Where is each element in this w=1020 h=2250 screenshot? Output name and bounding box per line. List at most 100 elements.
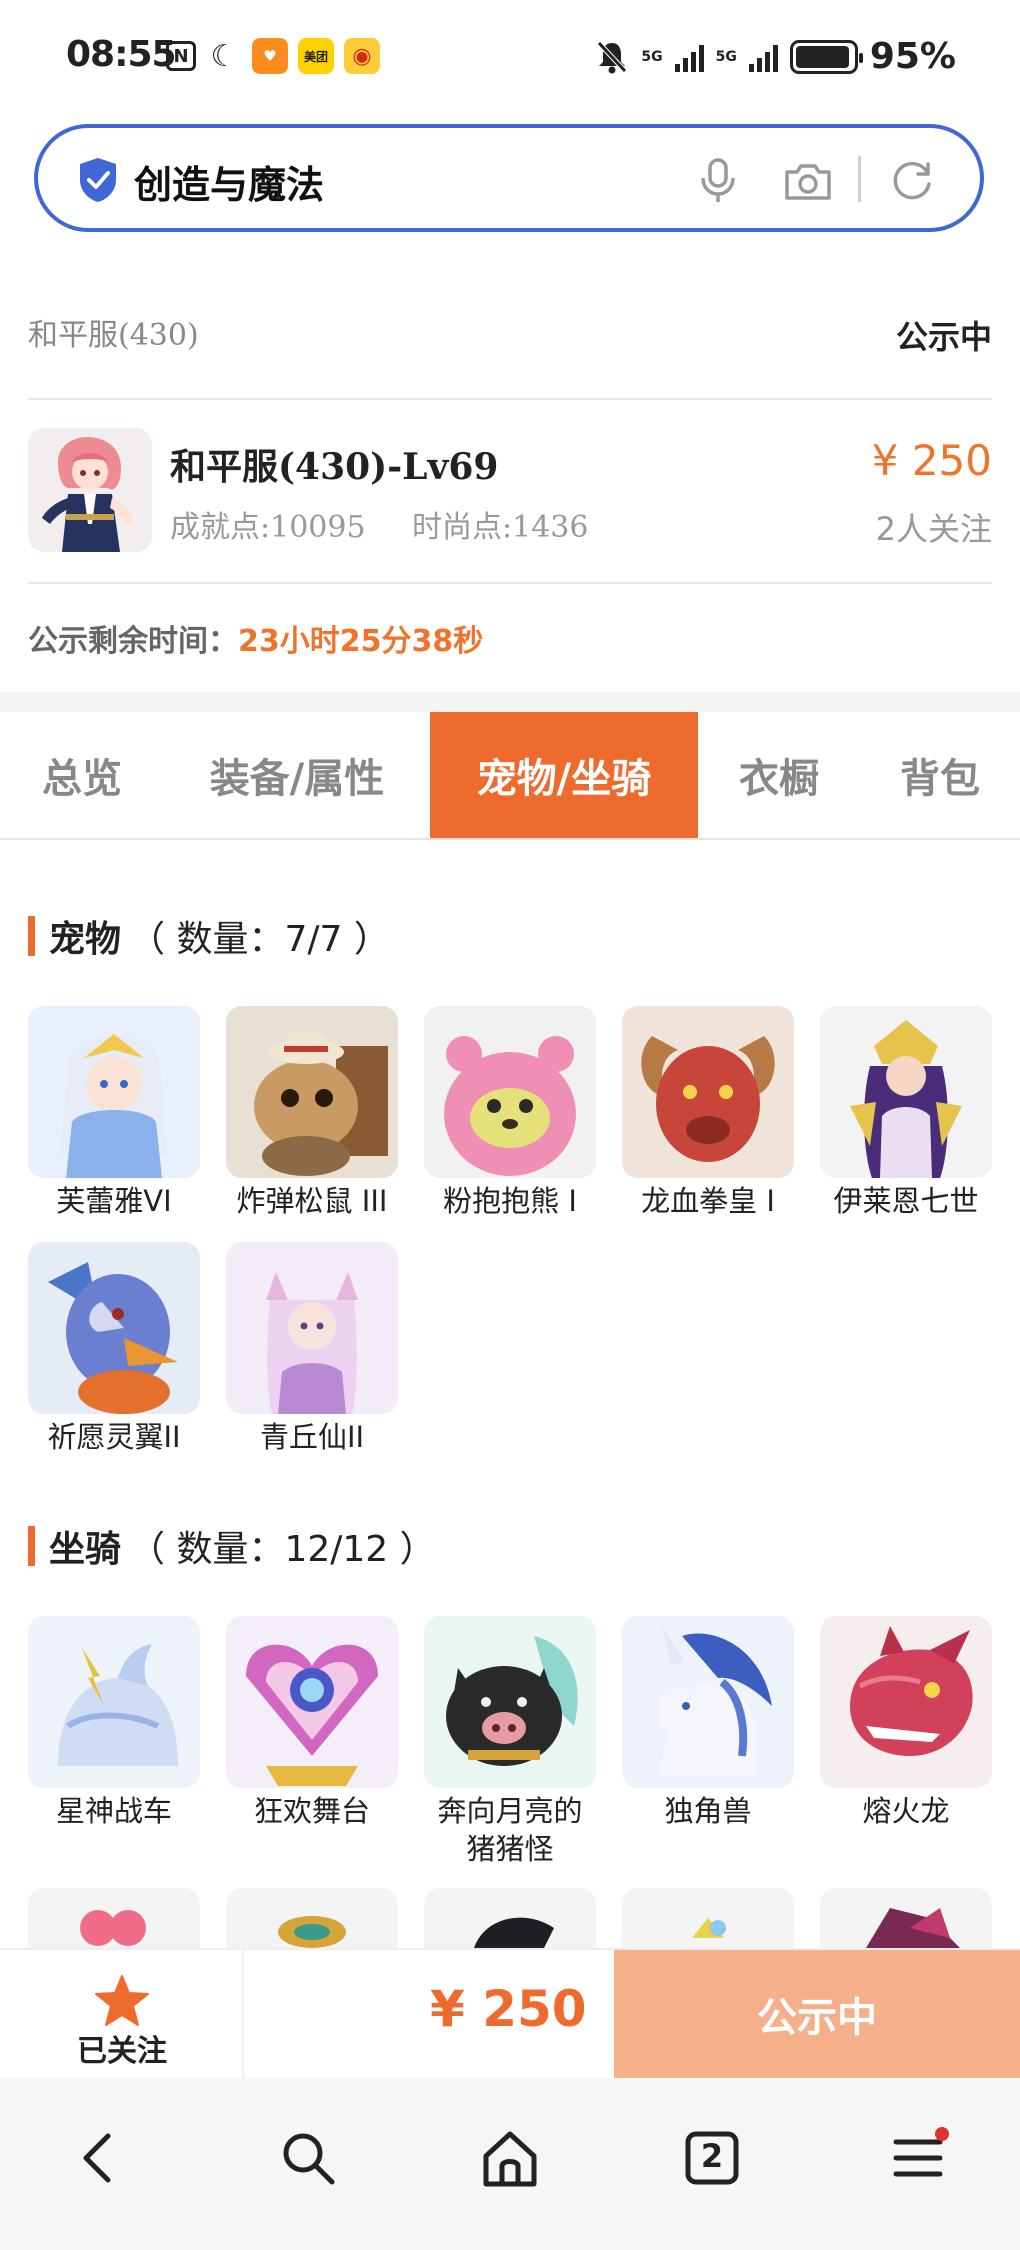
pets-section-title: 宠物 （ 数量：7/7 ）: [28, 910, 390, 962]
tab-count: 2: [700, 2137, 724, 2175]
countdown-value: 23小时25分38秒: [238, 624, 484, 659]
tab-overview[interactable]: 总览: [0, 712, 164, 838]
bottom-price: ¥ 250: [430, 1980, 587, 2038]
mount-item[interactable]: 熔火龙: [820, 1616, 992, 1830]
pet-name: 祈愿灵翼II: [47, 1420, 181, 1454]
follow-button[interactable]: 已关注: [0, 1950, 244, 2078]
countdown-label: 公示剩余时间：: [28, 624, 238, 659]
pet-name: 龙血拳皇 I: [641, 1184, 775, 1218]
listing-price: ¥ 250: [871, 436, 992, 485]
mount-name: 熔火龙: [862, 1794, 950, 1828]
mount-thumbnail: [820, 1616, 992, 1788]
mount-item[interactable]: 独角兽: [622, 1616, 794, 1830]
mute-icon: [597, 40, 628, 73]
bottom-action-bar: 已关注 ¥ 250 公示中: [0, 1948, 1020, 2078]
mount-name: 奔向月亮的猪猪怪: [437, 1794, 583, 1866]
public-status-button[interactable]: 公示中: [614, 1950, 1020, 2078]
pet-thumbnail: [226, 1242, 398, 1414]
shield-icon: [80, 158, 116, 202]
battery-icon: [789, 39, 863, 74]
pet-name: 青丘仙II: [259, 1420, 365, 1454]
pet-thumbnail: [622, 1006, 794, 1178]
pet-item[interactable]: 青丘仙II: [226, 1242, 398, 1456]
signal-label-1: 5G: [641, 48, 663, 65]
mounts-section-title: 坐骑 （ 数量：12/12 ）: [28, 1520, 436, 1572]
menu-icon[interactable]: [886, 2126, 950, 2190]
mount-name: 狂欢舞台: [253, 1794, 370, 1828]
pet-thumbnail: [226, 1006, 398, 1178]
section-accent: [28, 1526, 35, 1566]
pet-item[interactable]: 炸弹松鼠 III: [226, 1006, 398, 1220]
section-gap: [0, 692, 1020, 712]
browser-nav-bar: 2: [0, 2078, 1020, 2250]
mount-item[interactable]: 星神战车: [28, 1616, 200, 1830]
search-bar[interactable]: 创造与魔法: [34, 124, 984, 232]
character-portrait: [28, 428, 152, 552]
pet-name: 芙蕾雅VI: [56, 1184, 172, 1218]
signal-icon: [748, 42, 778, 72]
pets-title: 宠物: [49, 919, 122, 960]
mount-name: 星神战车: [55, 1794, 172, 1828]
tab-equipment[interactable]: 装备/属性: [164, 712, 430, 838]
pet-name: 炸弹松鼠 III: [236, 1184, 388, 1218]
pet-item[interactable]: 粉抱抱熊 I: [424, 1006, 596, 1220]
tab-wardrobe[interactable]: 衣橱: [698, 712, 860, 838]
pet-name: 伊莱恩七世: [833, 1184, 979, 1218]
follow-label: 已关注: [77, 2034, 167, 2069]
mount-item[interactable]: 狂欢舞台: [226, 1616, 398, 1830]
mount-thumbnail: [28, 1616, 200, 1788]
star-icon: [95, 1975, 149, 2026]
status-left-icons: N ☾ ♥ 美团 ◉: [166, 38, 380, 74]
camera-icon[interactable]: [780, 154, 836, 210]
weibo-icon: ◉: [344, 38, 380, 74]
divider: [28, 582, 992, 584]
mount-thumbnail: [424, 1616, 596, 1788]
divider: [28, 398, 992, 400]
pet-thumbnail: [28, 1006, 200, 1178]
status-bar: 08:55 N ☾ ♥ 美团 ◉ 5G 5G 95%: [0, 0, 1020, 112]
fashion-points: 时尚点:1436: [412, 510, 589, 545]
refresh-icon[interactable]: [884, 152, 940, 208]
pet-thumbnail: [424, 1006, 596, 1178]
pet-item[interactable]: 芙蕾雅VI: [28, 1006, 200, 1220]
pet-item[interactable]: 龙血拳皇 I: [622, 1006, 794, 1220]
follower-count: 2人关注: [875, 510, 992, 548]
meituan-icon: 美团: [298, 38, 334, 74]
mount-name: 独角兽: [664, 1794, 752, 1828]
pets-count: （ 数量：7/7 ）: [129, 919, 390, 960]
tabs-icon[interactable]: 2: [680, 2126, 744, 2190]
mount-thumbnail: [622, 1616, 794, 1788]
character-avatar: [28, 428, 152, 552]
mount-thumbnail: [226, 1616, 398, 1788]
listing-status: 公示中: [895, 318, 992, 356]
mounts-title: 坐骑: [49, 1529, 122, 1570]
moon-icon: ☾: [210, 38, 238, 74]
pet-thumbnail: [28, 1242, 200, 1414]
status-right: 5G 5G 95%: [595, 36, 956, 77]
pet-thumbnail: [820, 1006, 992, 1178]
signal-label-2: 5G: [715, 48, 737, 65]
character-name: 和平服(430)-Lv69: [170, 446, 499, 488]
taobao-icon: ♥: [252, 38, 288, 74]
pet-name: 粉抱抱熊 I: [443, 1184, 577, 1218]
tab-pets-mounts[interactable]: 宠物/坐骑: [430, 712, 698, 838]
search-icon[interactable]: [276, 2126, 340, 2190]
search-query[interactable]: 创造与魔法: [134, 154, 324, 209]
mount-item[interactable]: 奔向月亮的猪猪怪: [424, 1616, 596, 1868]
achievement-points: 成就点:10095: [170, 510, 366, 545]
countdown: 公示剩余时间：23小时25分38秒: [28, 616, 483, 660]
tab-bar: 总览 装备/属性 宠物/坐骑 衣橱 背包: [0, 712, 1020, 840]
signal-icon: [674, 42, 704, 72]
tab-backpack[interactable]: 背包: [860, 712, 1020, 838]
mic-icon[interactable]: [690, 152, 746, 208]
pet-item[interactable]: 祈愿灵翼II: [28, 1242, 200, 1456]
status-time: 08:55: [66, 34, 177, 75]
section-accent: [28, 916, 35, 956]
home-icon[interactable]: [478, 2126, 542, 2190]
battery-fill: [795, 45, 850, 68]
battery-percent: 95%: [869, 36, 956, 77]
search-separator: [858, 156, 861, 202]
mounts-count: （ 数量：12/12 ）: [129, 1529, 436, 1570]
pet-item[interactable]: 伊莱恩七世: [820, 1006, 992, 1220]
back-icon[interactable]: [68, 2126, 132, 2190]
